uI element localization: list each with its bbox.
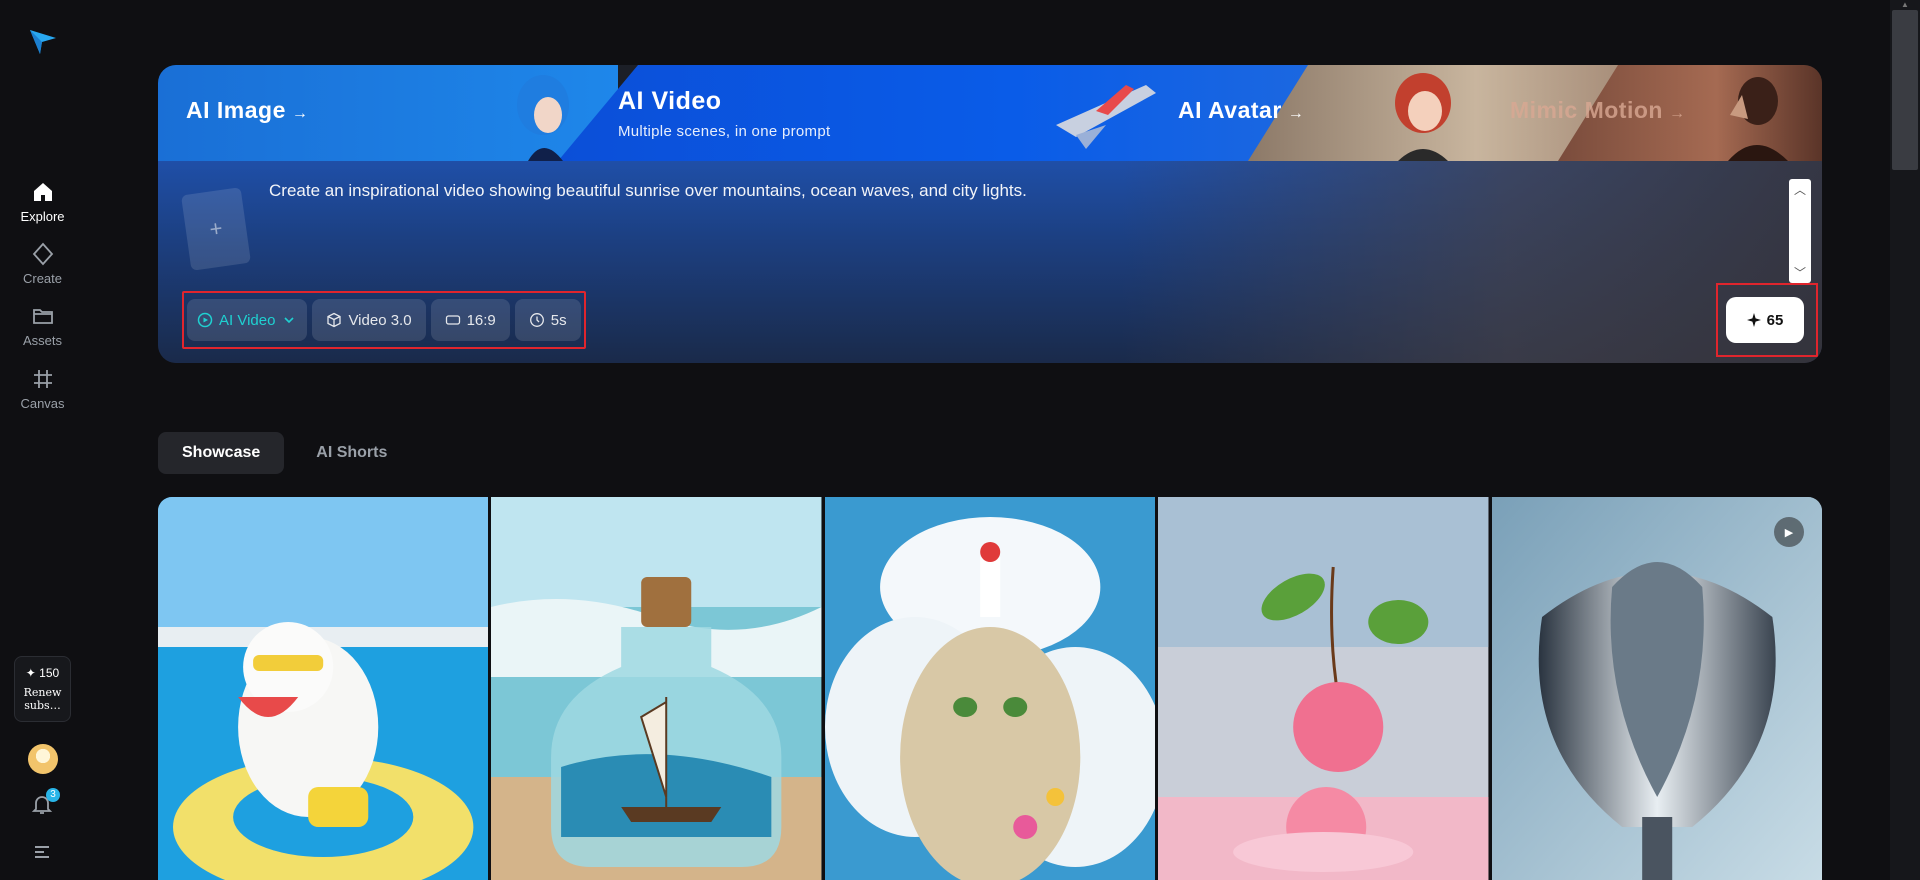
cube-icon — [327, 312, 342, 328]
mode-label: AI Video — [219, 311, 276, 329]
duration-label: 5s — [550, 311, 567, 329]
tab-ai-avatar-label: AI Avatar → — [1178, 97, 1305, 123]
prompt-input[interactable]: Create an inspirational video showing be… — [269, 181, 1027, 201]
diamond-icon — [32, 242, 53, 266]
sidebar-item-canvas[interactable]: Canvas — [0, 367, 85, 423]
gallery-card-cherries[interactable] — [1158, 497, 1489, 880]
credit-amount: ✦ 150 — [25, 666, 60, 680]
chrome-tulip-image — [1491, 497, 1822, 880]
girl-illustration — [517, 75, 569, 161]
sidebar-item-assets[interactable]: Assets — [0, 304, 85, 360]
generate-cost: 65 — [1766, 311, 1784, 329]
mimic-illustration — [1728, 77, 1788, 161]
play-icon[interactable]: ▶ — [1774, 517, 1805, 547]
chevron-down-icon — [284, 317, 295, 324]
mode-dropdown[interactable]: AI Video — [187, 299, 308, 341]
sidebar-item-label: Assets — [22, 333, 62, 348]
sidebar-item-create[interactable]: Create — [0, 242, 85, 298]
video-mode-icon — [197, 312, 213, 328]
gallery-card-cat-pool[interactable] — [158, 497, 489, 880]
prompt-scrollbar[interactable]: ︿ ﹀ — [1789, 179, 1811, 283]
tab-ai-image-label: AI Image → — [186, 97, 309, 123]
chevron-up-icon[interactable]: ︿ — [1789, 181, 1811, 198]
upload-image-button[interactable]: + — [181, 187, 251, 271]
chevron-down-icon[interactable]: ﹀ — [1789, 264, 1811, 281]
sidebar-item-label: Canvas — [20, 396, 65, 411]
aspect-ratio-icon — [445, 315, 460, 325]
scrollbar-thumb[interactable] — [1892, 10, 1918, 170]
gallery-card-chrome-tulip[interactable]: ▶ — [1491, 497, 1822, 880]
tab-ai-video-label: AI Video — [618, 87, 722, 115]
frame-icon — [33, 370, 52, 388]
scroll-up-icon[interactable]: ▲ — [1899, 0, 1911, 10]
credit-balance[interactable]: ✦ 150 Renew subs… — [14, 656, 71, 722]
page-scrollbar[interactable]: ▲ — [1890, 0, 1920, 880]
generate-button[interactable]: 65 — [1726, 297, 1804, 343]
aspect-ratio-selector[interactable]: 16:9 — [430, 299, 510, 341]
plus-icon: + — [207, 215, 225, 242]
ship-bottle-image — [491, 497, 822, 880]
renew-subscription-link[interactable]: Renew subs… — [15, 686, 70, 712]
sidebar: Explore Create Assets Canvas ✦ 150 Renew… — [0, 0, 85, 880]
avatar[interactable] — [28, 744, 58, 774]
menu-icon[interactable] — [33, 844, 51, 860]
showcase-tabs: Showcase AI Shorts — [158, 432, 411, 474]
model-label: Video 3.0 — [348, 311, 412, 329]
duration-selector[interactable]: 5s — [514, 299, 581, 341]
clock-icon — [529, 313, 544, 327]
jet-illustration — [1056, 85, 1156, 149]
sidebar-item-label: Explore — [20, 209, 65, 224]
model-selector[interactable]: Video 3.0 — [312, 299, 426, 341]
tab-ai-video-subtitle: Multiple scenes, in one prompt — [618, 123, 831, 140]
sidebar-item-label: Create — [22, 271, 63, 286]
home-icon — [33, 183, 52, 201]
gallery-card-ship-bottle[interactable] — [491, 497, 822, 880]
folder-icon — [32, 309, 53, 324]
generate-highlight: 65 — [1716, 283, 1818, 357]
generation-options-toolbar: AI Video Video 3.0 16:9 5s — [182, 291, 586, 349]
cat-pool-image — [158, 497, 489, 880]
sidebar-item-explore[interactable]: Explore — [0, 180, 85, 236]
aspect-ratio-label: 16:9 — [466, 311, 496, 329]
logo-icon[interactable] — [28, 26, 58, 56]
gallery-card-cat-clouds[interactable] — [824, 497, 1156, 880]
hero-panel: AI Image → AI Video Multiple scenes, in o… — [158, 65, 1822, 363]
cat-clouds-image — [824, 497, 1156, 880]
notification-badge: 3 — [46, 788, 60, 802]
tab-mimic-motion-label: Mimic Motion → — [1510, 97, 1686, 123]
sparkle-icon — [1746, 313, 1761, 327]
tab-showcase[interactable]: Showcase — [158, 432, 285, 474]
cherries-image — [1158, 497, 1489, 880]
arrow-right-icon: → — [1287, 105, 1305, 122]
prompt-area: + Create an inspirational video showing … — [158, 161, 1822, 363]
showcase-gallery: ▶ — [158, 497, 1822, 880]
avatar-illustration — [1395, 73, 1451, 161]
tab-ai-shorts[interactable]: AI Shorts — [292, 432, 411, 474]
arrow-right-icon: → — [291, 105, 309, 122]
feature-tabs: AI Image → AI Video Multiple scenes, in o… — [158, 65, 1822, 161]
arrow-right-icon: → — [1668, 105, 1686, 122]
